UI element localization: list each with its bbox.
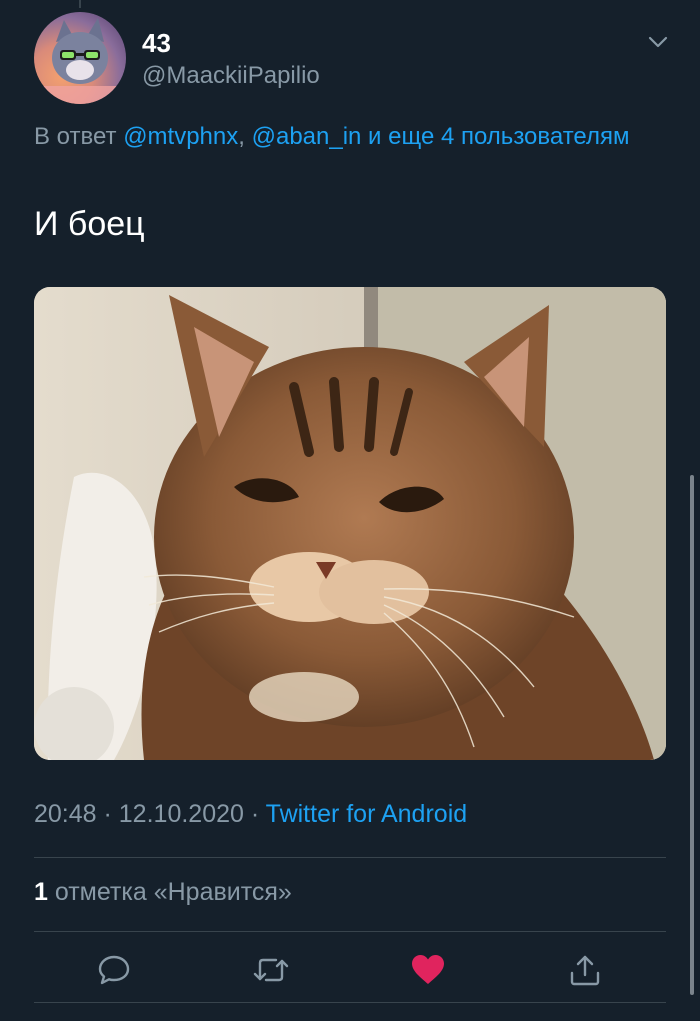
tweet-source-link[interactable]: Twitter for Android [266,800,467,828]
scrollbar[interactable] [690,475,694,995]
thread-connector-line [79,0,81,8]
share-icon[interactable] [565,950,605,990]
tweet-time: 20:48 [34,800,97,828]
mention-link[interactable]: @mtvphnx [123,123,238,150]
reply-separator: , [238,123,252,150]
meta-separator: · [243,800,266,828]
chevron-down-icon[interactable] [646,30,670,54]
likes-count: 1 [34,878,48,906]
divider [34,931,666,932]
reply-prefix: В ответ [34,123,124,150]
display-name[interactable]: 43 [142,28,171,59]
meta-separator: · [96,800,119,828]
retweet-icon[interactable] [251,950,291,990]
heart-icon[interactable] [408,950,448,990]
divider [34,857,666,858]
likes-label: отметка «Нравится» [47,878,292,906]
comment-icon[interactable] [94,950,134,990]
tweet-date: 12.10.2020 [118,800,244,828]
tweet-meta: 20:48 · 12.10.2020 · Twitter for Android [34,800,467,829]
other-users-link[interactable]: и еще 4 пользователям [361,123,629,150]
user-handle[interactable]: @MaackiiPapilio [142,62,320,90]
avatar[interactable] [34,12,126,104]
tweet-text: И боец [34,205,145,243]
divider [34,1002,666,1003]
avatar-illustration [34,18,126,104]
mention-link[interactable]: @aban_in [252,123,362,150]
tweet-photo[interactable] [34,287,666,760]
reply-context: В ответ @mtvphnx, @aban_in и еще 4 польз… [34,118,634,156]
likes-summary[interactable]: 1 отметка «Нравится» [34,878,292,907]
